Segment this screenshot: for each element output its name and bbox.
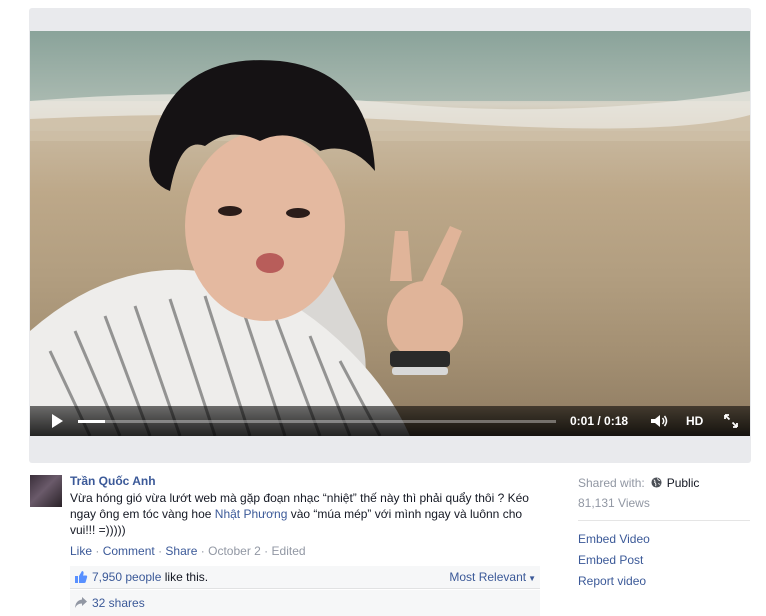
- fullscreen-icon[interactable]: [724, 414, 738, 428]
- author-name-link[interactable]: Trần Quốc Anh: [70, 474, 156, 488]
- video-controls: 0:01 / 0:18 HD: [30, 406, 750, 436]
- time-display: 0:01 / 0:18: [570, 414, 629, 428]
- hd-button[interactable]: HD: [686, 414, 703, 428]
- share-link[interactable]: Share: [165, 544, 197, 558]
- post-actions: Like · Comment · Share · October 2 · Edi…: [70, 544, 306, 558]
- view-count: 81,131 Views: [578, 496, 650, 510]
- comment-sort-dropdown[interactable]: Most Relevant ▼: [449, 570, 536, 584]
- seek-bar[interactable]: [78, 420, 556, 423]
- likes-summary: 7,950 people like this. Most Relevant ▼: [70, 566, 540, 589]
- report-video-link[interactable]: Report video: [578, 574, 753, 588]
- separator-dot: ·: [264, 544, 269, 558]
- embed-post-link[interactable]: Embed Post: [578, 553, 753, 567]
- play-icon[interactable]: [52, 414, 63, 428]
- audience-label[interactable]: Public: [667, 476, 700, 490]
- share-icon: [75, 597, 87, 608]
- author-avatar[interactable]: [30, 475, 62, 507]
- embed-video-link[interactable]: Embed Video: [578, 532, 753, 546]
- separator-dot: ·: [95, 544, 100, 558]
- video-frame[interactable]: [30, 31, 750, 436]
- post-text: Vừa hóng gió vừa lướt web mà gặp đoạn nh…: [70, 490, 542, 538]
- thumbs-up-icon: [75, 571, 88, 583]
- seek-bar-fill: [78, 420, 105, 423]
- comment-sort-label: Most Relevant: [449, 570, 527, 584]
- shares-summary: 32 shares: [70, 590, 540, 616]
- separator-dot: ·: [200, 544, 205, 558]
- shares-count-link[interactable]: 32 shares: [92, 596, 145, 610]
- mention-link[interactable]: Nhật Phương: [215, 507, 288, 521]
- edited-label[interactable]: Edited: [272, 544, 306, 558]
- likes-text: 7,950 people like this.: [92, 570, 208, 584]
- likes-count-link[interactable]: 7,950 people: [92, 570, 161, 584]
- sidebar-divider: [578, 520, 750, 521]
- like-link[interactable]: Like: [70, 544, 92, 558]
- video-sidebar: Shared with: Public 81,131 Views Embed Vi…: [578, 476, 753, 588]
- volume-icon[interactable]: [650, 414, 668, 428]
- shared-with: Shared with: Public: [578, 476, 753, 490]
- separator-dot: ·: [158, 544, 163, 558]
- video-still-image: [30, 31, 750, 436]
- chevron-down-icon: ▼: [528, 574, 536, 583]
- shared-with-label: Shared with:: [578, 476, 645, 490]
- post-date[interactable]: October 2: [208, 544, 261, 558]
- comment-link[interactable]: Comment: [103, 544, 155, 558]
- globe-icon: [651, 477, 662, 488]
- likes-suffix: like this.: [161, 570, 209, 584]
